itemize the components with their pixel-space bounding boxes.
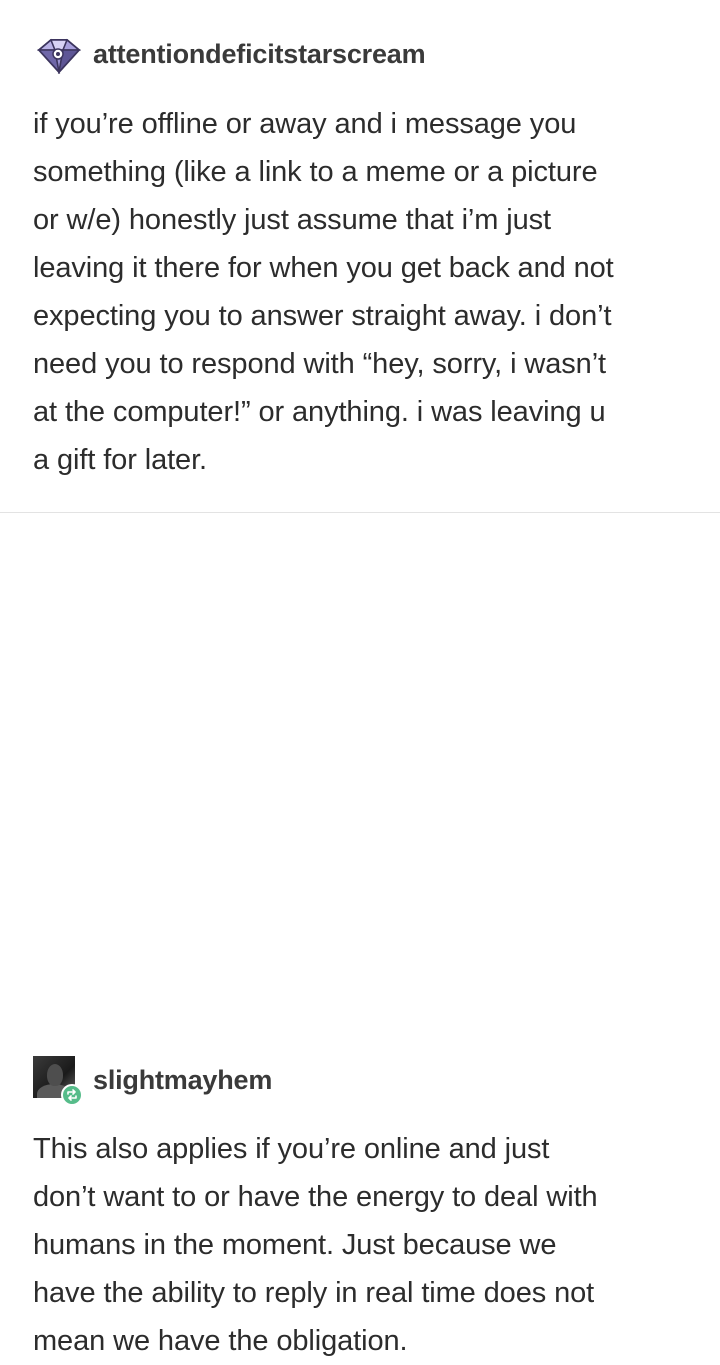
gem-icon[interactable] [33, 34, 83, 74]
body-line: at the computer!” or anything. i was lea… [33, 396, 606, 428]
body-line: leaving it there for when you get back a… [33, 252, 614, 284]
body-line: mean we have the obligation. [33, 1325, 408, 1357]
body-line: if you’re offline or away and i message … [33, 108, 577, 140]
body-line: This also applies if you’re online and j… [33, 1133, 550, 1165]
body-line: something (like a link to a meme or a pi… [33, 156, 598, 188]
body-line: expecting you to answer straight away. i… [33, 300, 612, 332]
body-line: have the ability to reply in real time d… [33, 1277, 595, 1309]
post-body: This also applies if you’re online and j… [33, 1125, 693, 1365]
username[interactable]: slightmayhem [93, 1065, 272, 1096]
avatar[interactable] [33, 1056, 83, 1106]
body-line: need you to respond with “hey, sorry, i … [33, 348, 606, 380]
post-header: slightmayhem [33, 1056, 272, 1106]
body-line: a gift for later. [33, 444, 207, 476]
username[interactable]: attentiondeficitstarscream [93, 39, 426, 70]
post-header: attentiondeficitstarscream [33, 34, 426, 74]
reblog-icon [61, 1084, 83, 1106]
post-reblog: slightmayhem This also applies if you’re… [0, 513, 720, 1357]
body-line: or w/e) honestly just assume that i’m ju… [33, 204, 551, 236]
body-line: don’t want to or have the energy to deal… [33, 1181, 598, 1213]
post-body: if you’re offline or away and i message … [33, 100, 693, 484]
body-line: humans in the moment. Just because we [33, 1229, 557, 1261]
post-original: attentiondeficitstarscream if you’re off… [0, 0, 720, 513]
